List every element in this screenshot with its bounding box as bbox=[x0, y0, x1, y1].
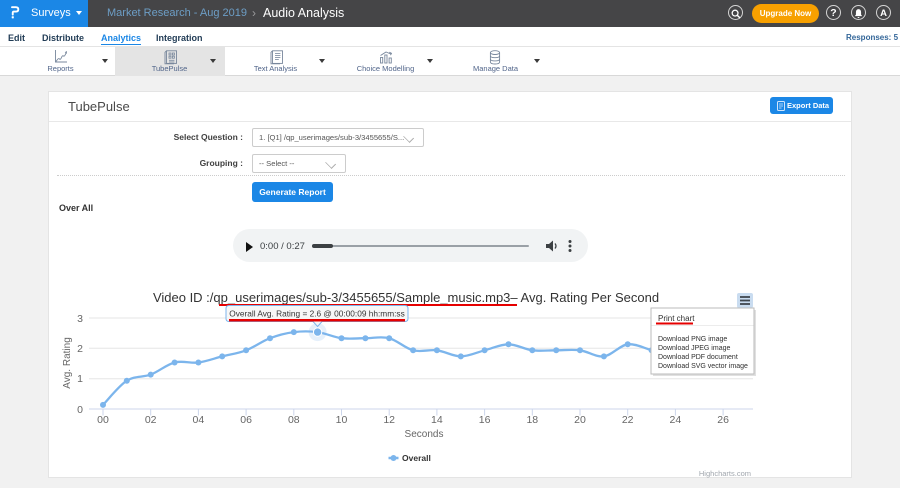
svg-text:00: 00 bbox=[97, 414, 109, 426]
svg-text:Download PDF document: Download PDF document bbox=[658, 354, 738, 361]
svg-text:Seconds: Seconds bbox=[405, 429, 444, 440]
svg-text:06: 06 bbox=[240, 414, 252, 426]
svg-text:10: 10 bbox=[336, 414, 348, 426]
svg-text:Download SVG vector image: Download SVG vector image bbox=[658, 363, 748, 370]
svg-text:Avg. Rating: Avg. Rating bbox=[62, 337, 73, 389]
svg-text:22: 22 bbox=[622, 414, 634, 426]
svg-text:Download PNG image: Download PNG image bbox=[658, 336, 727, 343]
svg-text:Download JPEG image: Download JPEG image bbox=[658, 345, 730, 352]
svg-text:Highcharts.com: Highcharts.com bbox=[699, 469, 751, 478]
svg-text:16: 16 bbox=[479, 414, 491, 426]
svg-text:08: 08 bbox=[288, 414, 300, 426]
svg-text:1: 1 bbox=[77, 373, 83, 385]
svg-text:Print chart: Print chart bbox=[658, 314, 695, 323]
svg-text:3: 3 bbox=[77, 313, 83, 325]
svg-text:2: 2 bbox=[77, 343, 83, 355]
svg-text:18: 18 bbox=[526, 414, 538, 426]
svg-text:Video ID :/qp_userimages/sub-3: Video ID :/qp_userimages/sub-3/3455655/S… bbox=[153, 290, 659, 305]
svg-text:04: 04 bbox=[193, 414, 205, 426]
svg-text:14: 14 bbox=[431, 414, 443, 426]
svg-text:26: 26 bbox=[717, 414, 729, 426]
svg-text:24: 24 bbox=[670, 414, 682, 426]
svg-text:02: 02 bbox=[145, 414, 157, 426]
svg-text:0: 0 bbox=[77, 404, 83, 416]
svg-text:Overall Avg. Rating = 2.6 @ 00: Overall Avg. Rating = 2.6 @ 00:00:09 hh:… bbox=[229, 309, 404, 319]
svg-text:12: 12 bbox=[383, 414, 395, 426]
svg-text:Overall: Overall bbox=[402, 453, 431, 463]
svg-text:20: 20 bbox=[574, 414, 586, 426]
